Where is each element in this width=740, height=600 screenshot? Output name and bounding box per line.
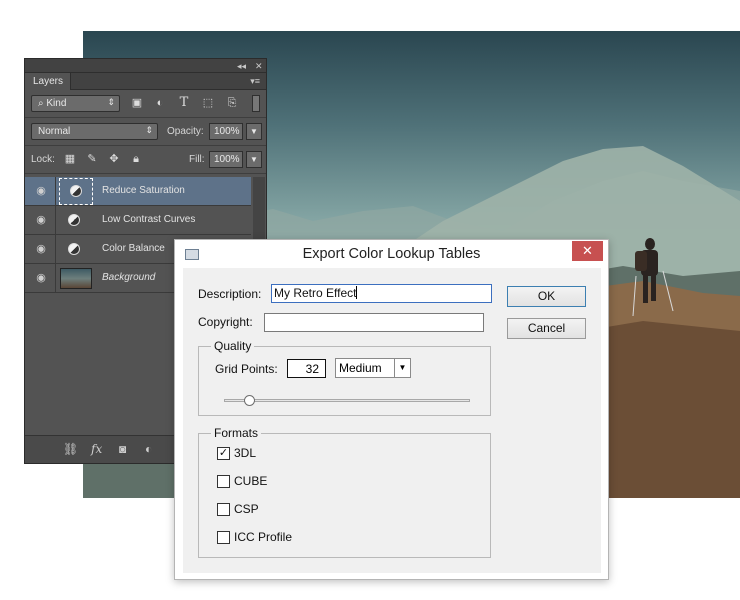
export-color-lookup-dialog: Export Color Lookup Tables ✕ Description…: [174, 239, 609, 580]
panel-header-bar: ◂◂ ✕: [25, 59, 266, 73]
layer-name: Color Balance: [102, 243, 165, 254]
shape-filter-icon[interactable]: ⬚: [201, 96, 215, 110]
description-input[interactable]: My Retro Effect: [271, 284, 492, 303]
adjustment-layer-icon: [68, 214, 80, 226]
opacity-dropdown-icon[interactable]: ▼: [246, 123, 262, 140]
fx-icon[interactable]: fx: [91, 442, 102, 456]
checkbox-cube[interactable]: [217, 475, 230, 488]
blend-mode-select[interactable]: Normal ⇕: [31, 123, 158, 140]
pixel-filter-icon[interactable]: ▣: [130, 96, 144, 110]
lock-brush-icon[interactable]: ✎: [85, 152, 99, 166]
grid-points-input[interactable]: 32: [287, 359, 326, 378]
filter-kind-select[interactable]: ⌕ Kind ⇕: [31, 95, 120, 112]
ok-button[interactable]: OK: [507, 286, 586, 307]
tab-layers[interactable]: Layers: [25, 73, 71, 90]
lock-transparent-icon[interactable]: ▦: [63, 152, 77, 166]
quality-preset-select[interactable]: Medium ▼: [335, 358, 411, 378]
layer-row-low-contrast-curves[interactable]: ◉ Low Contrast Curves: [25, 206, 251, 235]
layer-name: Low Contrast Curves: [102, 214, 196, 225]
opacity-label: Opacity:: [167, 126, 204, 137]
layer-row-reduce-saturation[interactable]: ◉ Reduce Saturation: [25, 177, 251, 206]
text-caret: [356, 286, 358, 299]
type-filter-icon[interactable]: T: [177, 96, 191, 110]
quality-preset-value: Medium: [339, 361, 382, 375]
cancel-button[interactable]: Cancel: [507, 318, 586, 339]
updown-icon: ⇕: [145, 125, 153, 135]
dialog-title-bar: Export Color Lookup Tables ✕: [175, 240, 608, 268]
search-icon: ⌕: [38, 98, 44, 109]
adjustment-filter-icon[interactable]: ◐: [153, 96, 167, 110]
description-value: My Retro Effect: [274, 286, 357, 300]
visibility-eye-icon[interactable]: ◉: [34, 185, 48, 197]
blend-mode-value: Normal: [38, 126, 71, 137]
lock-all-icon[interactable]: 🔒︎: [129, 152, 143, 166]
dropdown-arrow-icon: ▼: [394, 359, 410, 377]
checkbox-csp[interactable]: [217, 503, 230, 516]
divider: [55, 177, 56, 206]
visibility-eye-icon[interactable]: ◉: [34, 214, 48, 226]
checkbox-3dl[interactable]: ✓: [217, 447, 230, 460]
quality-group: Quality Grid Points: 32 Medium ▼: [198, 339, 491, 416]
checkbox-icc-profile[interactable]: [217, 531, 230, 544]
mask-icon[interactable]: ◙: [119, 442, 126, 456]
copyright-label: Copyright:: [198, 315, 253, 329]
quality-group-label: Quality: [211, 339, 255, 353]
fill-dropdown-icon[interactable]: ▼: [246, 151, 262, 168]
filter-toggle[interactable]: [252, 95, 260, 112]
fill-field[interactable]: 100%: [209, 151, 243, 168]
format-label: 3DL: [234, 446, 257, 460]
lock-label: Lock:: [31, 154, 55, 165]
divider: [55, 206, 56, 235]
updown-icon: ⇕: [107, 97, 115, 107]
link-icon[interactable]: ⛓: [63, 442, 78, 456]
adjustment-layer-icon: [70, 185, 82, 197]
blend-row: Normal ⇕ Opacity: 100% ▼: [25, 118, 266, 146]
layer-thumbnail: [60, 268, 92, 289]
formats-group-label: Formats: [211, 426, 262, 440]
format-label: ICC Profile: [234, 530, 293, 544]
quality-slider-track[interactable]: [224, 399, 470, 402]
divider: [55, 264, 56, 293]
close-icon[interactable]: ✕: [255, 60, 263, 72]
panel-menu-icon[interactable]: ▾≡: [250, 76, 260, 87]
dialog-title: Export Color Lookup Tables: [302, 246, 481, 262]
divider: [55, 235, 56, 264]
visibility-eye-icon[interactable]: ◉: [34, 272, 48, 284]
lock-position-icon[interactable]: ✥: [107, 152, 121, 166]
formats-group: Formats ✓ 3DL CUBE CSP ICC Profile: [198, 426, 491, 558]
smart-object-filter-icon[interactable]: ⎘: [225, 96, 239, 110]
filter-kind-value: Kind: [46, 98, 67, 109]
fill-label: Fill:: [189, 154, 205, 165]
grid-points-label: Grid Points:: [215, 362, 278, 376]
lock-row: Lock: ▦ ✎ ✥ 🔒︎ Fill: 100% ▼: [25, 146, 266, 174]
close-button[interactable]: ✕: [572, 241, 603, 261]
format-label: CUBE: [234, 474, 268, 488]
format-label: CSP: [234, 502, 259, 516]
opacity-field[interactable]: 100%: [209, 123, 243, 140]
visibility-eye-icon[interactable]: ◉: [34, 243, 48, 255]
layer-name: Reduce Saturation: [102, 185, 185, 196]
dialog-body: Description: My Retro Effect Copyright: …: [183, 268, 601, 573]
collapse-icon[interactable]: ◂◂: [237, 60, 246, 72]
layer-name: Background: [102, 272, 156, 283]
quality-slider-thumb[interactable]: [243, 395, 255, 406]
filter-row: ⌕ Kind ⇕ ▣ ◐ T ⬚ ⎘: [25, 90, 266, 118]
adjustment-layer-icon: [68, 243, 80, 255]
panel-tab-bar: Layers ▾≡: [25, 73, 266, 90]
adjustment-icon[interactable]: ◐: [145, 442, 152, 456]
copyright-input[interactable]: [264, 313, 484, 332]
description-label: Description:: [198, 287, 262, 301]
